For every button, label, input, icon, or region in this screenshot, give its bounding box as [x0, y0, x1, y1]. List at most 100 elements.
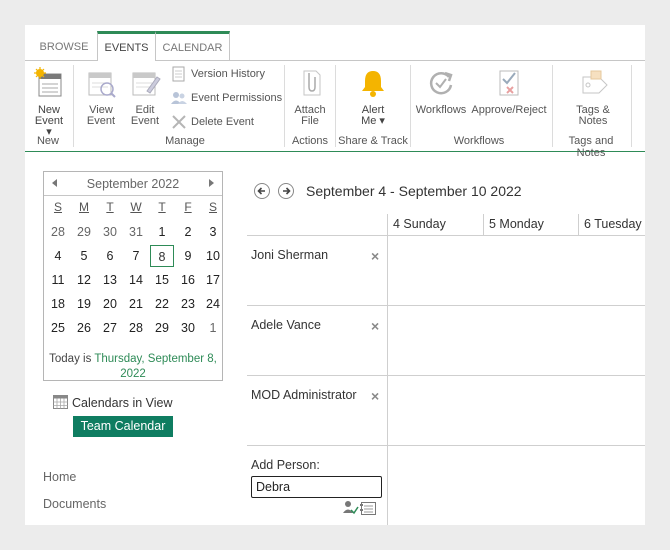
group-label-workflows: Workflows [453, 135, 505, 147]
remove-person-close-icon[interactable]: × [371, 388, 379, 404]
check-names-icon[interactable] [343, 501, 359, 515]
weekday-label: F [184, 200, 192, 214]
event-permissions-button[interactable]: Event Permissions [171, 89, 282, 107]
nav-link-documents[interactable]: Documents [43, 497, 106, 511]
people-picker-icons [343, 501, 376, 515]
new-event-label: New Event ▾ [34, 104, 64, 138]
selected-day-cell[interactable]: 8 [150, 245, 174, 267]
tags-notes-button[interactable]: Tags & Notes [571, 67, 615, 127]
day-cell[interactable]: 2 [176, 221, 200, 243]
day-cell[interactable]: 17 [201, 269, 225, 291]
day-cell[interactable]: 26 [72, 317, 96, 339]
tab-browse[interactable]: BROWSE [33, 31, 95, 60]
event-permissions-label: Event Permissions [191, 92, 283, 104]
day-cell[interactable]: 20 [98, 293, 122, 315]
grid-line [247, 235, 645, 236]
calendars-in-view-label: Calendars in View [72, 396, 173, 410]
new-event-button[interactable]: New Event ▾ [31, 67, 67, 138]
edit-event-label: Edit Event [130, 104, 160, 127]
team-calendar-button[interactable]: Team Calendar [73, 416, 173, 437]
arrow-left-icon [257, 187, 265, 195]
add-person-label: Add Person: [251, 458, 320, 472]
version-history-label: Version History [191, 68, 265, 80]
day-header: 4 Sunday [393, 217, 446, 231]
remove-person-close-icon[interactable]: × [371, 248, 379, 264]
alert-me-label: Alert Me ▾ [361, 104, 385, 127]
day-cell[interactable]: 21 [124, 293, 148, 315]
day-cell[interactable]: 11 [46, 269, 70, 291]
version-history-icon [172, 66, 185, 82]
approve-reject-button[interactable]: Approve/Reject [471, 67, 547, 116]
delete-event-button[interactable]: Delete Event [171, 113, 254, 131]
group-divider [335, 65, 336, 147]
day-cell[interactable]: 28 [46, 221, 70, 243]
day-cell[interactable]: 29 [72, 221, 96, 243]
day-cell[interactable]: 14 [124, 269, 148, 291]
day-cell[interactable]: 12 [72, 269, 96, 291]
day-header: 6 Tuesday [584, 217, 642, 231]
day-cell[interactable]: 13 [98, 269, 122, 291]
group-label-tags-notes: Tags and Notes [568, 135, 614, 159]
day-cell[interactable]: 23 [176, 293, 200, 315]
day-cell[interactable]: 9 [176, 245, 200, 267]
group-label-share-track: Share & Track [338, 135, 408, 147]
day-cell[interactable]: 6 [98, 245, 122, 267]
day-cell[interactable]: 10 [201, 245, 225, 267]
next-month-arrow-icon[interactable] [209, 179, 214, 187]
delete-event-label: Delete Event [191, 116, 254, 128]
group-label-new: New [36, 135, 59, 147]
next-week-button[interactable] [278, 183, 294, 199]
group-divider [631, 65, 632, 147]
week-range-title: September 4 - September 10 2022 [306, 183, 522, 199]
add-person-input[interactable] [251, 476, 382, 498]
calendar-grid-icon [53, 395, 68, 409]
today-link[interactable]: Thursday, September 8, 2022 [94, 353, 217, 380]
grid-line [247, 305, 645, 306]
day-cell[interactable]: 18 [46, 293, 70, 315]
arrow-right-icon [283, 187, 291, 195]
group-divider [410, 65, 411, 147]
grid-line [483, 214, 484, 235]
attach-file-button[interactable]: Attach File [291, 67, 329, 127]
day-cell[interactable]: 1 [150, 221, 174, 243]
day-cell[interactable]: 31 [124, 221, 148, 243]
workflows-button[interactable]: Workflows [415, 67, 467, 116]
previous-week-button[interactable] [254, 183, 270, 199]
day-cell[interactable]: 30 [98, 221, 122, 243]
day-header: 5 Monday [489, 217, 544, 231]
day-cell[interactable]: 3 [201, 221, 225, 243]
day-cell[interactable]: 27 [98, 317, 122, 339]
weekday-label: T [106, 200, 114, 214]
view-event-label: View Event [86, 104, 116, 127]
group-label-manage: Manage [165, 135, 205, 147]
date-picker-header: September 2022 [44, 172, 222, 196]
tags-notes-label: Tags & Notes [576, 104, 610, 127]
day-cell[interactable]: 7 [124, 245, 148, 267]
grid-line [247, 375, 645, 376]
approve-reject-label: Approve/Reject [471, 104, 547, 116]
edit-event-button[interactable]: Edit Event [127, 67, 163, 127]
day-cell[interactable]: 25 [46, 317, 70, 339]
remove-person-close-icon[interactable]: × [371, 318, 379, 334]
tab-calendar[interactable]: CALENDAR [156, 31, 230, 60]
day-cell[interactable]: 15 [150, 269, 174, 291]
day-cell[interactable]: 22 [150, 293, 174, 315]
day-cell[interactable]: 29 [150, 317, 174, 339]
today-indicator: Today is Thursday, September 8, 2022 [44, 352, 222, 382]
workflows-icon [429, 71, 453, 95]
day-cell[interactable]: 16 [176, 269, 200, 291]
day-cell[interactable]: 1 [201, 317, 225, 339]
day-cell[interactable]: 28 [124, 317, 148, 339]
day-cell[interactable]: 24 [201, 293, 225, 315]
day-cell[interactable]: 5 [72, 245, 96, 267]
tab-events[interactable]: EVENTS [97, 31, 156, 61]
day-cell[interactable]: 19 [72, 293, 96, 315]
version-history-button[interactable]: Version History [171, 65, 265, 83]
view-event-button[interactable]: View Event [83, 67, 119, 127]
grid-line [387, 214, 388, 525]
day-cell[interactable]: 30 [176, 317, 200, 339]
alert-me-button[interactable]: Alert Me ▾ [355, 67, 391, 127]
nav-link-home[interactable]: Home [43, 470, 76, 484]
day-cell[interactable]: 4 [46, 245, 70, 267]
address-book-icon[interactable] [360, 502, 376, 515]
